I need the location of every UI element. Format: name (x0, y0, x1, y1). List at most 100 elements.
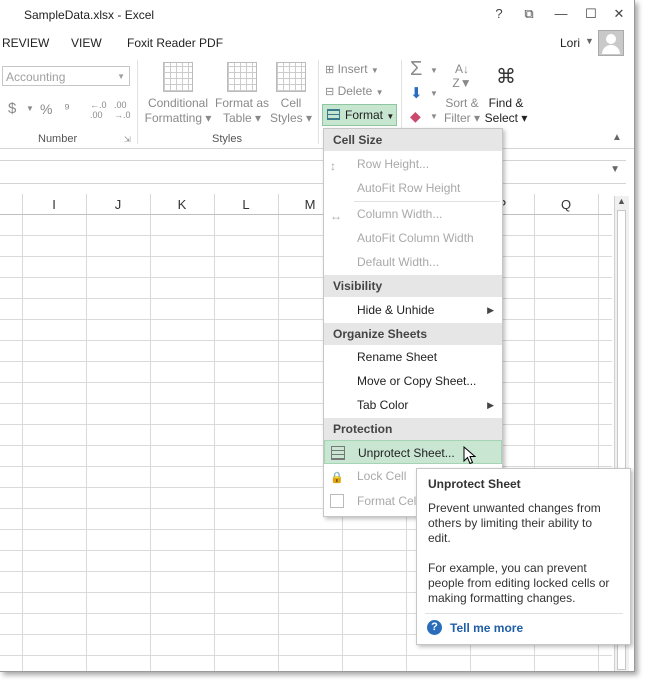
section-header-visibility: Visibility (324, 275, 502, 297)
button-label: Select ▾ (484, 111, 528, 125)
chevron-down-icon: ▼ (117, 72, 125, 81)
window-title: SampleData.xlsx - Excel (24, 8, 155, 22)
mouse-cursor-icon (463, 446, 477, 465)
menu-item-hide-unhide[interactable]: Hide & Unhide ▶ (324, 298, 502, 322)
section-header-organize-sheets: Organize Sheets (324, 323, 502, 345)
unprotect-sheet-icon (331, 446, 345, 460)
ribbon: Accounting ▼ $ ▼ % ⁹ ←.0 .00 .00 →.0 Num… (0, 56, 634, 149)
percent-style-button[interactable]: % (40, 101, 52, 117)
close-icon[interactable]: ✕ (610, 5, 628, 23)
dialog-launcher-icon[interactable]: ⇲ (124, 135, 131, 144)
column-header-i[interactable]: I (22, 197, 86, 212)
format-icon (327, 109, 340, 120)
help-icon[interactable]: ? (490, 5, 508, 23)
menu-item-row-height[interactable]: ↕ Row Height... (324, 152, 502, 176)
column-header-l[interactable]: L (214, 197, 278, 212)
binoculars-icon: ⌘ (496, 66, 516, 88)
button-label: Styles ▾ (269, 111, 313, 125)
column-header-k[interactable]: K (150, 197, 214, 212)
chevron-down-icon[interactable]: ▼ (430, 89, 438, 98)
format-cells-icon (330, 494, 344, 508)
column-divider (598, 194, 599, 214)
fill-icon[interactable]: ⬇ (410, 84, 423, 102)
sort-filter-button[interactable]: A↓ Z▼ Sort & Filter ▾ (442, 62, 482, 126)
chevron-down-icon[interactable]: ▼ (430, 66, 438, 75)
button-label: Format (345, 108, 384, 122)
avatar[interactable] (598, 30, 624, 56)
number-format-value: Accounting (6, 70, 66, 84)
menu-item-label: Move or Copy Sheet... (357, 374, 477, 388)
scroll-up-icon[interactable]: ▲ (617, 196, 626, 206)
title-bar: SampleData.xlsx - Excel ? ⧉ — ☐ ✕ (0, 0, 634, 30)
comma-style-button[interactable]: ⁹ (64, 100, 70, 116)
formula-bar[interactable]: ▼ (0, 160, 626, 184)
minimize-icon[interactable]: — (552, 5, 570, 23)
unprotect-sheet-tooltip: Unprotect Sheet Prevent unwanted changes… (416, 468, 631, 645)
menu-item-rename-sheet[interactable]: Rename Sheet (324, 345, 502, 369)
group-divider (318, 60, 319, 144)
delete-icon: ⊟ (325, 86, 335, 98)
column-header-j[interactable]: J (86, 197, 150, 212)
ribbon-display-options-icon[interactable]: ⧉ (520, 5, 538, 23)
tell-me-more-link[interactable]: Tell me more (450, 621, 523, 635)
menu-item-label: Default Width... (357, 255, 440, 269)
menu-item-autofit-row-height[interactable]: AutoFit Row Height (324, 176, 502, 200)
conditional-formatting-button[interactable]: Conditional Formatting ▾ (142, 62, 214, 126)
chevron-down-icon[interactable]: ▼ (430, 112, 438, 121)
autosum-icon[interactable]: Σ (410, 58, 422, 81)
button-label: Delete (337, 84, 373, 98)
menu-item-label: AutoFit Row Height (357, 181, 461, 195)
format-as-table-icon (227, 62, 257, 92)
tooltip-divider (425, 613, 623, 614)
menu-item-autofit-column-width[interactable]: AutoFit Column Width (324, 226, 502, 250)
menu-item-move-copy-sheet[interactable]: Move or Copy Sheet... (324, 369, 502, 393)
collapse-ribbon-icon[interactable]: ▲ (612, 132, 622, 143)
tab-review[interactable]: REVIEW (2, 36, 49, 50)
group-divider (137, 60, 138, 144)
chevron-down-icon[interactable]: ▼ (585, 36, 594, 46)
conditional-formatting-icon (163, 62, 193, 92)
currency-format-button[interactable]: $ (8, 100, 16, 117)
button-label: Insert (337, 62, 368, 76)
column-header-q[interactable]: Q (534, 197, 598, 212)
menu-item-label: AutoFit Column Width (357, 231, 474, 245)
ribbon-tabs: REVIEW VIEW Foxit Reader PDF Lori ▼ (0, 30, 634, 56)
excel-window: SampleData.xlsx - Excel ? ⧉ — ☐ ✕ REVIEW… (0, 0, 635, 672)
tooltip-example: For example, you can prevent people from… (428, 561, 610, 605)
column-headers: I J K L M N O P Q (0, 194, 612, 215)
user-name[interactable]: Lori (560, 36, 580, 50)
clear-icon[interactable]: ◆ (410, 108, 421, 125)
sort-filter-icon: A↓ Z▼ (452, 62, 472, 90)
format-as-table-button[interactable]: Format as Table ▾ (212, 62, 272, 126)
button-label: Formatting ▾ (144, 111, 212, 125)
decrease-decimal-button[interactable]: .00 →.0 (114, 100, 136, 120)
button-label: Filter ▾ (443, 111, 481, 125)
number-format-dropdown[interactable]: Accounting ▼ (2, 66, 130, 86)
menu-item-tab-color[interactable]: Tab Color ▶ (324, 393, 502, 417)
maximize-icon[interactable]: ☐ (582, 5, 600, 23)
find-select-button[interactable]: ⌘ Find & Select ▾ (484, 62, 528, 126)
menu-item-label: Row Height... (357, 157, 430, 171)
lock-icon: 🔒 (330, 472, 344, 484)
section-header-cell-size: Cell Size (324, 129, 502, 151)
tooltip-title: Unprotect Sheet (428, 477, 521, 491)
insert-button[interactable]: ⊞ Insert ▼ (325, 62, 379, 76)
menu-item-column-width[interactable]: ↔ Column Width... (324, 202, 502, 226)
tab-foxit-reader-pdf[interactable]: Foxit Reader PDF (127, 36, 223, 50)
chevron-down-icon[interactable]: ▼ (610, 164, 620, 175)
menu-item-label: Rename Sheet (357, 350, 438, 364)
chevron-down-icon[interactable]: ▼ (26, 104, 34, 113)
button-label: Conditional (147, 96, 209, 110)
button-label: Cell (280, 96, 302, 110)
submenu-arrow-icon: ▶ (487, 400, 494, 410)
format-button[interactable]: Format ▼ (322, 104, 397, 126)
cell-styles-button[interactable]: Cell Styles ▾ (268, 62, 314, 126)
menu-item-default-width[interactable]: Default Width... (324, 250, 502, 274)
column-width-icon: ↔ (330, 209, 342, 223)
menu-item-label: Hide & Unhide (357, 303, 435, 317)
delete-button[interactable]: ⊟ Delete ▼ (325, 84, 384, 98)
tab-view[interactable]: VIEW (71, 36, 102, 50)
help-icon[interactable]: ? (427, 620, 442, 635)
submenu-arrow-icon: ▶ (487, 305, 494, 315)
increase-decimal-button[interactable]: ←.0 .00 (90, 100, 112, 120)
